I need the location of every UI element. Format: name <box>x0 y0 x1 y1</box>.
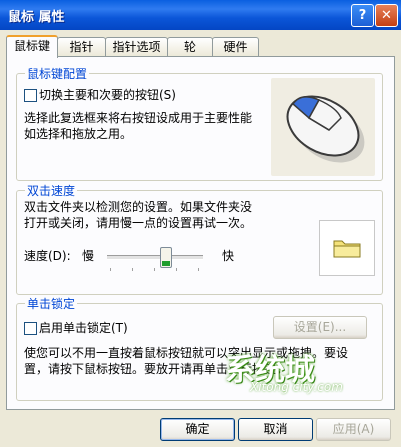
double-click-title: 双击速度 <box>25 182 78 199</box>
button-config-title: 鼠标键配置 <box>25 65 90 82</box>
test-folder-area[interactable] <box>319 220 375 276</box>
click-lock-checkbox[interactable] <box>24 322 37 335</box>
tab-hardware[interactable]: 硬件 <box>212 37 259 56</box>
double-click-desc-line2: 打开或关闭，请用慢一点的设置再试一次。 <box>24 216 253 230</box>
folder-icon <box>333 240 361 258</box>
ok-button[interactable]: 确定 <box>160 418 235 441</box>
click-lock-title: 单击锁定 <box>25 295 78 312</box>
speed-slow-label: 慢 <box>82 249 95 263</box>
tab-wheel[interactable]: 轮 <box>167 37 213 56</box>
switch-buttons-checkbox[interactable] <box>24 89 37 102</box>
slider-tick <box>110 268 111 271</box>
switch-description-line1: 选择此复选框来将右按钮设成用于主要性能 <box>24 111 253 125</box>
speed-slider-thumb[interactable] <box>159 247 172 268</box>
click-lock-settings-button[interactable]: 设置(E)... <box>273 316 367 339</box>
mouse-icon <box>286 95 365 163</box>
tab-pointer-options[interactable]: 指针选项 <box>105 37 168 56</box>
button-config-group: 鼠标键配置 切换主要和次要的按钮(S) 选择此复选框来将右按钮设成用于主要性能 … <box>16 65 383 181</box>
cancel-button[interactable]: 取消 <box>238 418 313 441</box>
mouse-image <box>271 78 375 176</box>
close-button[interactable]: ✕ <box>375 4 398 27</box>
double-click-group: 双击速度 双击文件夹以检测您的设置。如果文件夹没 打开或关闭，请用慢一点的设置再… <box>16 182 383 295</box>
window-title: 鼠标 属性 <box>8 10 65 25</box>
apply-button[interactable]: 应用(A) <box>316 418 391 441</box>
slider-tick <box>198 268 199 271</box>
slider-tick <box>176 268 177 271</box>
speed-label: 速度(D): <box>24 249 71 263</box>
switch-description-line2: 如选择和拖放之用。 <box>24 127 133 141</box>
speed-slider-track[interactable] <box>107 255 203 260</box>
click-lock-label[interactable]: 启用单击锁定(T) <box>39 320 128 336</box>
slider-tick <box>132 268 133 271</box>
mouse-properties-window: 鼠标 属性 ? ✕ 鼠标键 指针 指针选项 轮 硬件 鼠标键配置 切换主要和次要… <box>0 0 401 447</box>
tab-pointers[interactable]: 指针 <box>57 37 106 56</box>
tab-buttons[interactable]: 鼠标键 <box>6 35 58 58</box>
watermark-url: Xitong city.com <box>250 380 343 394</box>
tab-panel: 鼠标键配置 切换主要和次要的按钮(S) 选择此复选框来将右按钮设成用于主要性能 … <box>6 56 395 410</box>
title-bar[interactable]: 鼠标 属性 ? ✕ <box>0 0 401 30</box>
switch-buttons-label[interactable]: 切换主要和次要的按钮(S) <box>39 87 176 103</box>
slider-tick <box>154 268 155 271</box>
help-button[interactable]: ? <box>351 4 374 27</box>
double-click-desc-line1: 双击文件夹以检测您的设置。如果文件夹没 <box>24 200 253 214</box>
speed-fast-label: 快 <box>222 249 235 263</box>
